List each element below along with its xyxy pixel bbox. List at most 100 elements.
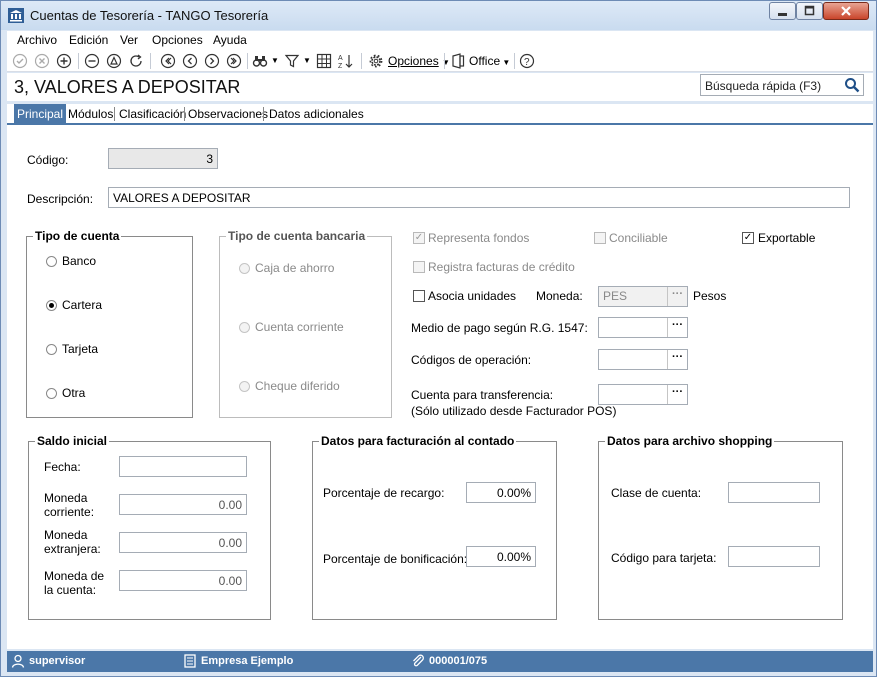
descripcion-label: Descripción: [27, 192, 94, 206]
tipo-cuenta-group: Tipo de cuenta Banco Cartera Tarjeta Otr… [26, 229, 193, 418]
delete-button[interactable] [83, 52, 101, 70]
menu-ver[interactable]: Ver [120, 33, 138, 47]
moneda-extranjera-label-1: Moneda [44, 528, 88, 542]
saldo-inicial-group: Saldo inicial Fecha: Moneda corriente: 0… [28, 434, 271, 620]
moneda-corriente-field[interactable]: 0.00 [119, 494, 247, 515]
moneda-cuenta-label-1: Moneda de [44, 569, 105, 583]
grid-icon [316, 53, 332, 69]
menu-archivo[interactable]: Archivo [17, 33, 57, 47]
minimize-icon [778, 13, 787, 16]
moneda-lookup-button[interactable]: ··· [667, 287, 687, 306]
office-button-icon-wrap[interactable] [449, 52, 467, 70]
opciones-menu-button[interactable]: Opciones ▼ [388, 54, 450, 68]
medio-pago-lookup-button[interactable]: ··· [667, 318, 687, 337]
status-code: 000001/075 [429, 655, 488, 667]
moneda-cuenta-field[interactable]: 0.00 [119, 570, 247, 591]
options-gear[interactable] [367, 52, 385, 70]
codigos-operacion-lookup-button[interactable]: ··· [667, 350, 687, 369]
quick-search-input[interactable]: Búsqueda rápida (F3) [700, 74, 864, 96]
clase-cuenta-field[interactable] [728, 482, 820, 503]
radio-banco[interactable] [46, 256, 57, 267]
registra-facturas-checkbox[interactable] [413, 261, 425, 273]
radio-cartera-label: Cartera [62, 298, 103, 312]
last-record-button[interactable] [225, 52, 243, 70]
moneda-extranjera-label-2: extranjera: [44, 542, 101, 556]
binoculars-icon [252, 56, 268, 67]
medio-pago-label: Medio de pago según R.G. 1547: [411, 321, 588, 335]
tab-principal[interactable]: Principal [14, 104, 67, 123]
svg-text:A: A [338, 55, 343, 62]
plus-circle-icon [56, 53, 72, 69]
office-icon [452, 53, 465, 69]
menu-edicion[interactable]: Edición [69, 33, 108, 47]
help-button[interactable]: ? [518, 52, 536, 70]
first-record-button[interactable] [159, 52, 177, 70]
cuenta-transferencia-lookup-button[interactable]: ··· [667, 385, 687, 404]
codigos-operacion-label: Códigos de operación: [411, 353, 532, 367]
sort-button[interactable]: AZ [337, 52, 355, 70]
recargo-field[interactable]: 0.00% [466, 482, 536, 503]
moneda-corriente-label-1: Moneda [44, 491, 88, 505]
tab-observaciones[interactable]: Observaciones [185, 104, 271, 123]
moneda-description: Pesos [693, 289, 727, 303]
moneda-cuenta-label-2: la cuenta: [44, 583, 97, 597]
medio-pago-field[interactable]: ··· [598, 317, 688, 338]
next-record-button[interactable] [203, 52, 221, 70]
facturacion-legend: Datos para facturación al contado [319, 434, 517, 448]
bonificacion-field[interactable]: 0.00% [466, 546, 536, 567]
company-icon [184, 654, 196, 668]
radio-cheque-diferido[interactable] [239, 381, 250, 392]
radio-otra[interactable] [46, 388, 57, 399]
previous-record-button[interactable] [181, 52, 199, 70]
moneda-extranjera-field[interactable]: 0.00 [119, 532, 247, 553]
conciliable-checkbox[interactable] [594, 232, 606, 244]
find-button[interactable] [251, 52, 269, 70]
radio-caja-ahorro-label: Caja de ahorro [255, 261, 335, 275]
radio-caja-ahorro[interactable] [239, 263, 250, 274]
cancel-button[interactable] [33, 52, 51, 70]
moneda-field[interactable]: PES ··· [598, 286, 688, 307]
codigo-tarjeta-field[interactable] [728, 546, 820, 567]
representa-fondos-checkbox[interactable]: ✓ [413, 232, 425, 244]
menu-bar: Archivo Edición Ver Opciones Ayuda [7, 31, 873, 50]
radio-cartera[interactable] [46, 300, 57, 311]
asocia-unidades-checkbox[interactable] [413, 290, 425, 302]
moneda-label: Moneda: [536, 289, 583, 303]
menu-ayuda[interactable]: Ayuda [213, 33, 247, 47]
tab-modulos[interactable]: Módulos [65, 104, 116, 123]
cuenta-transferencia-field[interactable]: ··· [598, 384, 688, 405]
radio-tarjeta[interactable] [46, 344, 57, 355]
registra-facturas-label: Registra facturas de crédito [428, 260, 575, 274]
asocia-unidades-label: Asocia unidades [428, 289, 517, 303]
exportable-checkbox[interactable]: ✓ [742, 232, 754, 244]
refresh-icon [130, 54, 142, 67]
refresh-button[interactable] [127, 52, 145, 70]
recargo-label: Porcentaje de recargo: [323, 486, 445, 500]
page-title: 3, VALORES A DEPOSITAR [14, 77, 241, 97]
filter-button[interactable] [283, 52, 301, 70]
accept-button[interactable] [11, 52, 29, 70]
codigo-tarjeta-label: Código para tarjeta: [611, 551, 717, 565]
fecha-field[interactable] [119, 456, 247, 477]
radio-cuenta-corriente[interactable] [239, 322, 250, 333]
modify-button[interactable] [105, 52, 123, 70]
fecha-label: Fecha: [44, 460, 81, 474]
menu-opciones[interactable]: Opciones [152, 33, 203, 47]
add-button[interactable] [55, 52, 73, 70]
grid-button[interactable] [315, 52, 333, 70]
codigo-field[interactable]: 3 [108, 148, 218, 169]
filter-dropdown-icon[interactable]: ▼ [303, 56, 311, 65]
office-menu-button[interactable]: Office ▼ [469, 54, 510, 68]
find-dropdown-icon[interactable]: ▼ [271, 56, 279, 65]
search-icon[interactable] [844, 77, 860, 93]
codigos-operacion-field[interactable]: ··· [598, 349, 688, 370]
shopping-group: Datos para archivo shopping Clase de cue… [598, 434, 843, 620]
status-user: supervisor [29, 655, 86, 667]
tab-datos-adicionales[interactable]: Datos adicionales [266, 104, 367, 123]
first-icon [160, 53, 176, 69]
tab-clasificacion[interactable]: Clasificación [116, 104, 189, 123]
close-button[interactable] [823, 2, 869, 20]
maximize-button[interactable] [796, 2, 823, 20]
minimize-button[interactable] [769, 2, 796, 20]
descripcion-field[interactable]: VALORES A DEPOSITAR [108, 187, 850, 208]
